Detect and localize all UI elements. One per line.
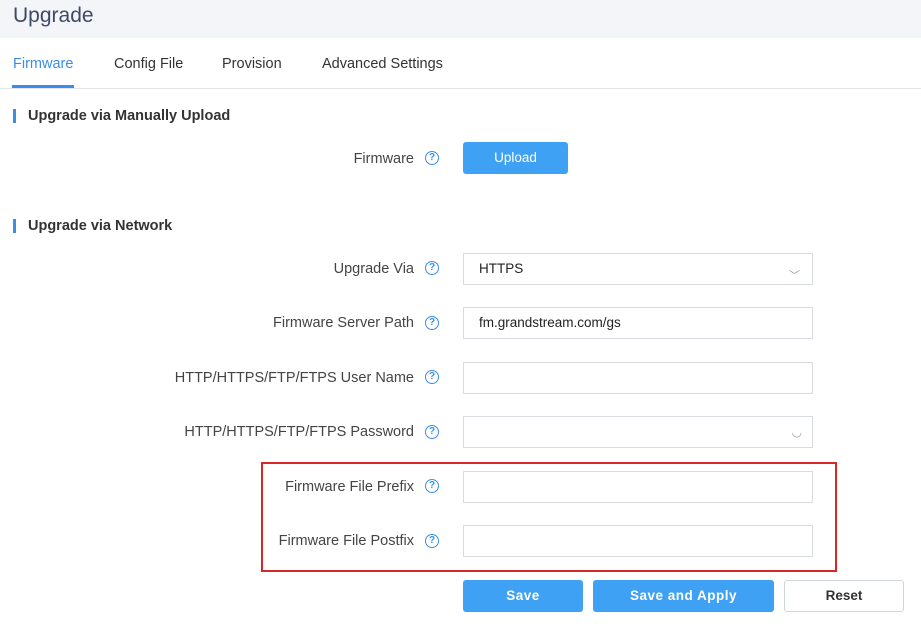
tab-bar: Firmware Config File Provision Advanced … — [0, 38, 921, 89]
save-button[interactable]: Save — [463, 580, 583, 612]
section-title-manual-upload: Upgrade via Manually Upload — [13, 109, 230, 123]
eye-closed-icon[interactable]: ◡ — [792, 417, 802, 447]
section-title-network: Upgrade via Network — [13, 219, 172, 233]
active-tab-indicator — [12, 85, 74, 88]
upgrade-via-select[interactable]: HTTPS ﹀ — [463, 253, 813, 285]
upgrade-via-label: Upgrade Via — [333, 261, 414, 277]
firmware-label: Firmware — [353, 151, 414, 167]
page-header: Upgrade — [0, 0, 921, 38]
server-path-value: fm.grandstream.com/gs — [479, 315, 621, 330]
tab-advanced-settings[interactable]: Advanced Settings — [322, 56, 443, 72]
server-path-label: Firmware Server Path — [272, 315, 414, 331]
password-input[interactable]: ◡ — [463, 416, 813, 448]
save-and-apply-button[interactable]: Save and Apply — [593, 580, 774, 612]
page-title: Upgrade — [13, 4, 94, 27]
help-icon[interactable]: ? — [425, 370, 439, 384]
chevron-down-icon: ﹀ — [789, 270, 800, 282]
help-icon[interactable]: ? — [425, 316, 439, 330]
password-label: HTTP/HTTPS/FTP/FTPS Password — [184, 424, 414, 440]
user-name-label: HTTP/HTTPS/FTP/FTPS User Name — [174, 370, 414, 386]
user-name-input[interactable] — [463, 362, 813, 394]
upload-button[interactable]: Upload — [463, 142, 568, 174]
help-icon[interactable]: ? — [425, 151, 439, 165]
tab-provision[interactable]: Provision — [222, 56, 282, 72]
server-path-input[interactable]: fm.grandstream.com/gs — [463, 307, 813, 339]
help-icon[interactable]: ? — [425, 261, 439, 275]
highlight-box — [261, 462, 837, 572]
help-icon[interactable]: ? — [425, 425, 439, 439]
tab-firmware[interactable]: Firmware — [13, 56, 73, 72]
tab-config-file[interactable]: Config File — [114, 56, 183, 72]
upgrade-via-value: HTTPS — [479, 261, 524, 276]
reset-button[interactable]: Reset — [784, 580, 904, 612]
